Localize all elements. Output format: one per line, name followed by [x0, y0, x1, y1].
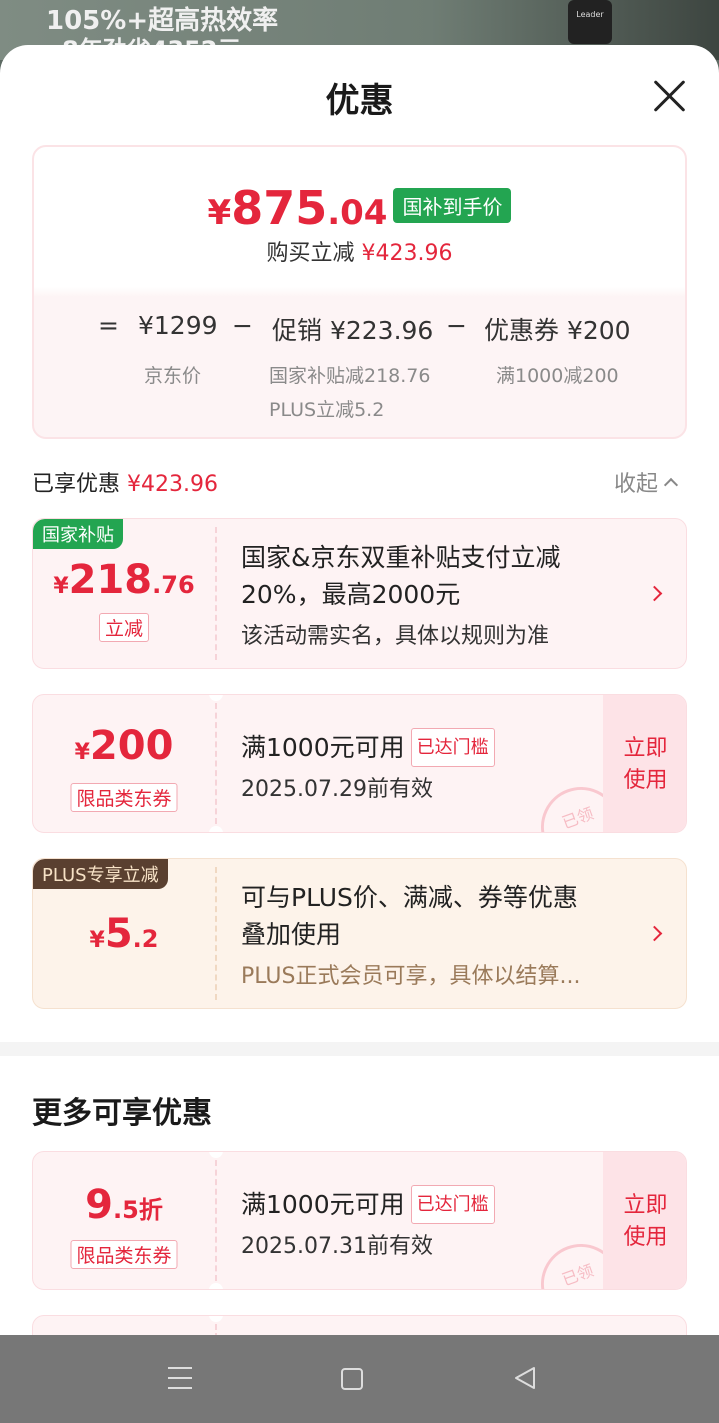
use-now-button[interactable]: 立即 使用: [603, 1152, 686, 1289]
device-image: Leader: [568, 0, 612, 44]
offer-description: 20%，最高2000元: [241, 580, 461, 609]
more-offers-title: 更多可享优惠: [32, 1096, 212, 1131]
offer-amount: ¥218.76: [53, 557, 195, 603]
final-price: ¥875.04 国补到手价: [34, 181, 685, 235]
sheet-title: 优惠: [325, 81, 394, 121]
formula-promo: 促销 ¥223.96: [272, 316, 434, 345]
formula-minus: −: [446, 311, 467, 340]
offer-description: 满1000元可用 已达门槛: [241, 728, 495, 767]
threshold-badge: 已达门槛: [410, 1185, 495, 1224]
system-navigation-bar: [0, 1335, 719, 1423]
threshold-badge: 已达门槛: [410, 728, 495, 767]
home-icon[interactable]: [341, 1368, 363, 1390]
offer-card-subsidy[interactable]: 国家补贴 ¥218.76 立减 国家&京东双重补贴支付立减 20%，最高2000…: [32, 518, 687, 669]
chevron-up-icon: [663, 477, 679, 493]
chevron-right-icon: [646, 585, 663, 602]
promo-detail: PLUS立减5.2: [269, 399, 385, 421]
base-price-label: 京东价: [144, 365, 202, 387]
offer-tag: 限品类东券: [70, 783, 178, 812]
more-offer-card[interactable]: [32, 1315, 687, 1335]
section-divider: [0, 1042, 719, 1056]
offer-amount: ¥200: [74, 723, 174, 769]
formula-equals: =: [98, 311, 119, 340]
offer-card-plus[interactable]: PLUS专享立减 ¥5.2 可与PLUS价、满减、券等优惠 叠加使用 PLUS正…: [32, 858, 687, 1009]
offer-tag: 限品类东券: [70, 1240, 178, 1269]
collapse-button[interactable]: 收起: [614, 466, 679, 498]
formula-coupon: 优惠券 ¥200: [484, 316, 631, 345]
subsidy-badge: 国家补贴: [33, 519, 123, 549]
offer-note: PLUS正式会员可享，具体以结算...: [241, 964, 581, 989]
offer-amount: ¥5.2: [89, 911, 159, 957]
offer-tag: 立减: [98, 613, 150, 642]
offer-description: 可与PLUS价、满减、券等优惠: [241, 883, 578, 912]
menu-icon[interactable]: [168, 1367, 192, 1389]
price-decimal: .04: [327, 193, 388, 233]
price-integer: 875: [231, 181, 328, 235]
promo-detail: 国家补贴减218.76: [269, 365, 431, 387]
formula-base-price: ¥1299: [138, 311, 218, 340]
enjoyed-discount: 已享优惠 ¥423.96: [32, 472, 218, 497]
use-now-button[interactable]: 立即 使用: [603, 695, 686, 832]
coupon-detail: 满1000减200: [496, 365, 619, 387]
offer-expiry: 2025.07.31前有效: [241, 1234, 433, 1259]
offer-card-coupon[interactable]: ¥200 限品类东券 满1000元可用 已达门槛 2025.07.29前有效 已领…: [32, 694, 687, 833]
offer-description: 国家&京东双重补贴支付立减: [241, 543, 561, 572]
chevron-right-icon: [646, 925, 663, 942]
purchase-reduction: 购买立减 ¥423.96: [266, 241, 453, 266]
price-tag-badge: 国补到手价: [393, 188, 512, 223]
offer-note: 该活动需实名，具体以规则为准: [241, 624, 550, 649]
offer-description: 满1000元可用 已达门槛: [241, 1185, 495, 1224]
offer-amount: 9.5折: [85, 1182, 163, 1228]
formula-minus: −: [232, 311, 253, 340]
offer-expiry: 2025.07.29前有效: [241, 777, 433, 802]
close-icon[interactable]: [648, 75, 690, 117]
plus-badge: PLUS专享立减: [33, 859, 168, 889]
offer-description: 叠加使用: [241, 920, 342, 949]
price-summary-card: ¥875.04 国补到手价 购买立减 ¥423.96 = ¥1299 − 促销 ¥…: [32, 145, 687, 439]
more-offer-card[interactable]: 9.5折 限品类东券 满1000元可用 已达门槛 2025.07.31前有效 已领…: [32, 1151, 687, 1290]
discount-sheet: 优惠 ¥875.04 国补到手价 购买立减 ¥423.96 = ¥1299 − 促…: [0, 45, 719, 1335]
